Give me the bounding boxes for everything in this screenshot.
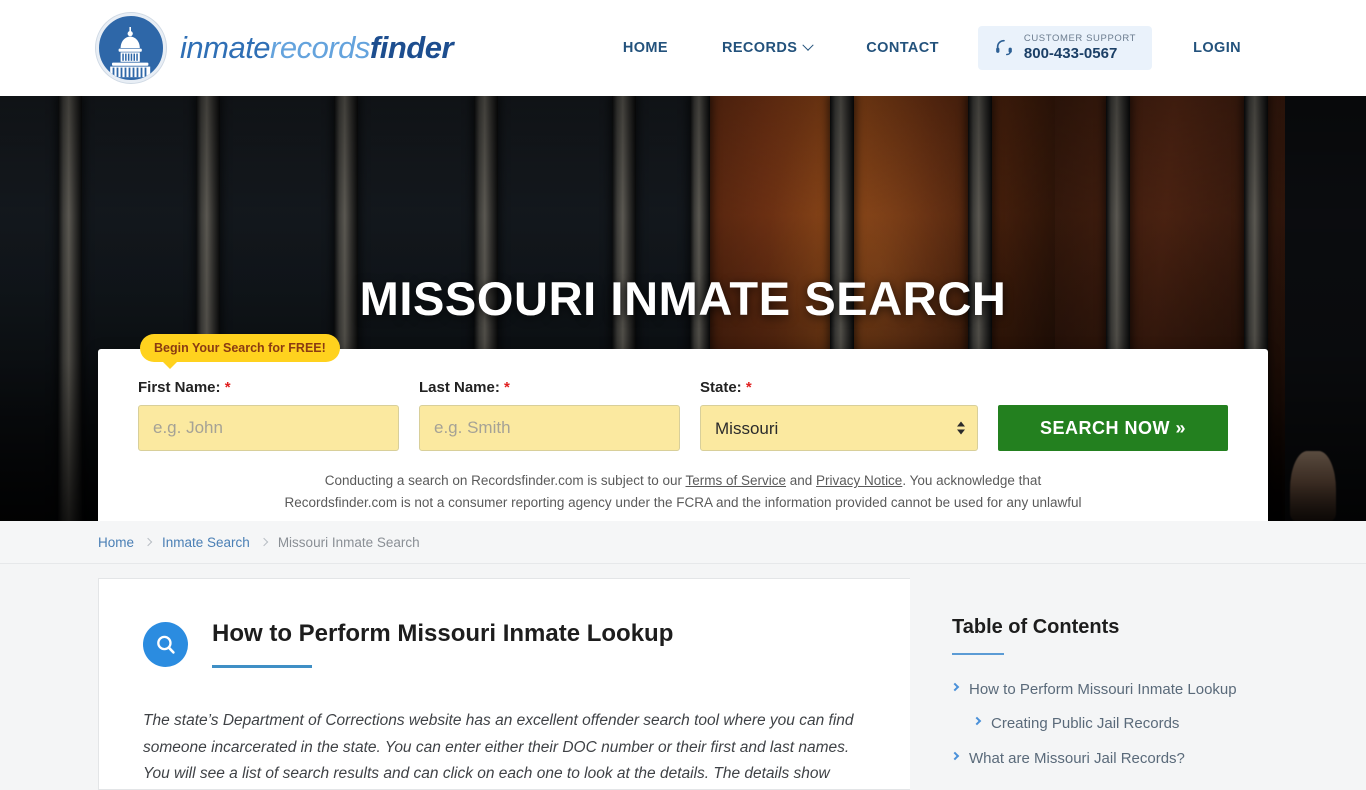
nav-contact-label: CONTACT [866,39,939,56]
capitol-dome-icon [96,13,166,83]
logo-text-finder: finder [369,30,454,65]
first-name-label: First Name: * [138,379,399,396]
first-name-input[interactable] [138,405,399,451]
chevron-right-icon [950,682,960,692]
toc-underline [952,653,1004,655]
search-disclaimer: Conducting a search on Recordsfinder.com… [273,470,1093,521]
disclaimer-part-2: and [786,473,817,488]
site-logo[interactable]: inmaterecordsfinder [96,13,454,83]
state-select[interactable]: Missouri [700,405,978,451]
logo-text-records: records [270,30,370,65]
state-field-group: State: * Missouri [700,379,978,451]
logo-wordmark: inmaterecordsfinder [180,30,454,66]
nav-login-label: LOGIN [1193,39,1241,56]
page-body: How to Perform Missouri Inmate Lookup Th… [0,564,1366,790]
last-name-input[interactable] [419,405,680,451]
last-name-label-text: Last Name: [419,379,500,396]
support-phone: 800-433-0567 [1023,44,1118,62]
hero-title: MISSOURI INMATE SEARCH [359,272,1007,326]
hero-banner: MISSOURI INMATE SEARCH Begin Your Search… [0,96,1366,521]
nav-home-label: HOME [622,39,668,56]
toc-title: Table of Contents [952,616,1120,638]
nav-login[interactable]: LOGIN [1166,40,1268,56]
nav-records[interactable]: RECORDS [695,39,839,56]
last-name-field-group: Last Name: * [419,379,680,451]
chevron-right-icon [950,751,960,760]
nav-contact[interactable]: CONTACT [839,40,966,56]
search-form-row: First Name: * Last Name: * State: * [138,379,1228,451]
list-item[interactable]: Creating Public Jail Records [952,713,1268,734]
toc-list: How to Perform Missouri Inmate Lookup Cr… [950,679,1268,769]
chevron-right-icon [259,537,269,547]
chevron-down-icon [802,39,814,51]
toc-link-how-to-perform[interactable]: How to Perform Missouri Inmate Lookup [969,679,1237,700]
breadcrumb-inmate-search[interactable]: Inmate Search [162,535,250,550]
chevron-right-icon [972,717,982,726]
breadcrumb-home[interactable]: Home [98,535,134,550]
free-search-badge: Begin Your Search for FREE! [140,334,340,369]
page-title: How to Perform Missouri Inmate Lookup [212,620,674,647]
search-now-button[interactable]: SEARCH NOW » [998,405,1228,451]
state-label: State: * [700,379,978,396]
state-label-text: State: [700,379,742,396]
article-content: How to Perform Missouri Inmate Lookup Th… [98,578,910,790]
terms-of-service-link[interactable]: Terms of Service [685,473,786,488]
last-name-label: Last Name: * [419,379,680,396]
first-name-field-group: First Name: * [138,379,399,451]
breadcrumb: Home Inmate Search Missouri Inmate Searc… [0,521,1366,564]
site-header: inmaterecordsfinder HOME RECORDS CONTACT… [0,0,1366,96]
first-name-label-text: First Name: [138,379,221,396]
required-asterisk: * [745,379,752,396]
toc-link-what-are-missouri-jail-records[interactable]: What are Missouri Jail Records? [969,748,1185,769]
title-underline [212,665,312,668]
headset-icon [996,39,1012,56]
disclaimer-part-1: Conducting a search on Recordsfinder.com… [324,473,686,488]
toc-link-creating-public-jail-records[interactable]: Creating Public Jail Records [991,713,1179,734]
support-label: CUSTOMER SUPPORT [1023,32,1137,44]
nav-records-label: RECORDS [721,39,798,56]
required-asterisk: * [224,379,231,396]
chevron-right-icon [143,537,153,547]
customer-support-box[interactable]: CUSTOMER SUPPORT 800-433-0567 [977,25,1153,71]
article-paragraph: The state’s Department of Corrections we… [143,712,854,783]
privacy-notice-link[interactable]: Privacy Notice [816,473,902,488]
main-navigation: HOME RECORDS CONTACT CUSTOMER SUPPORT 80… [596,25,1268,71]
table-of-contents: Table of Contents How to Perform Missour… [910,578,1268,790]
logo-text-inmate: inmate [180,30,271,65]
inmate-search-form: Begin Your Search for FREE! First Name: … [98,334,1268,521]
search-circle-icon [143,622,188,667]
breadcrumb-missouri-inmate-search: Missouri Inmate Search [277,534,420,550]
list-item[interactable]: What are Missouri Jail Records? [950,748,1268,769]
list-item[interactable]: How to Perform Missouri Inmate Lookup [950,679,1268,700]
nav-home[interactable]: HOME [596,40,695,56]
required-asterisk: * [504,379,510,396]
section-heading-row: How to Perform Missouri Inmate Lookup [143,619,866,668]
